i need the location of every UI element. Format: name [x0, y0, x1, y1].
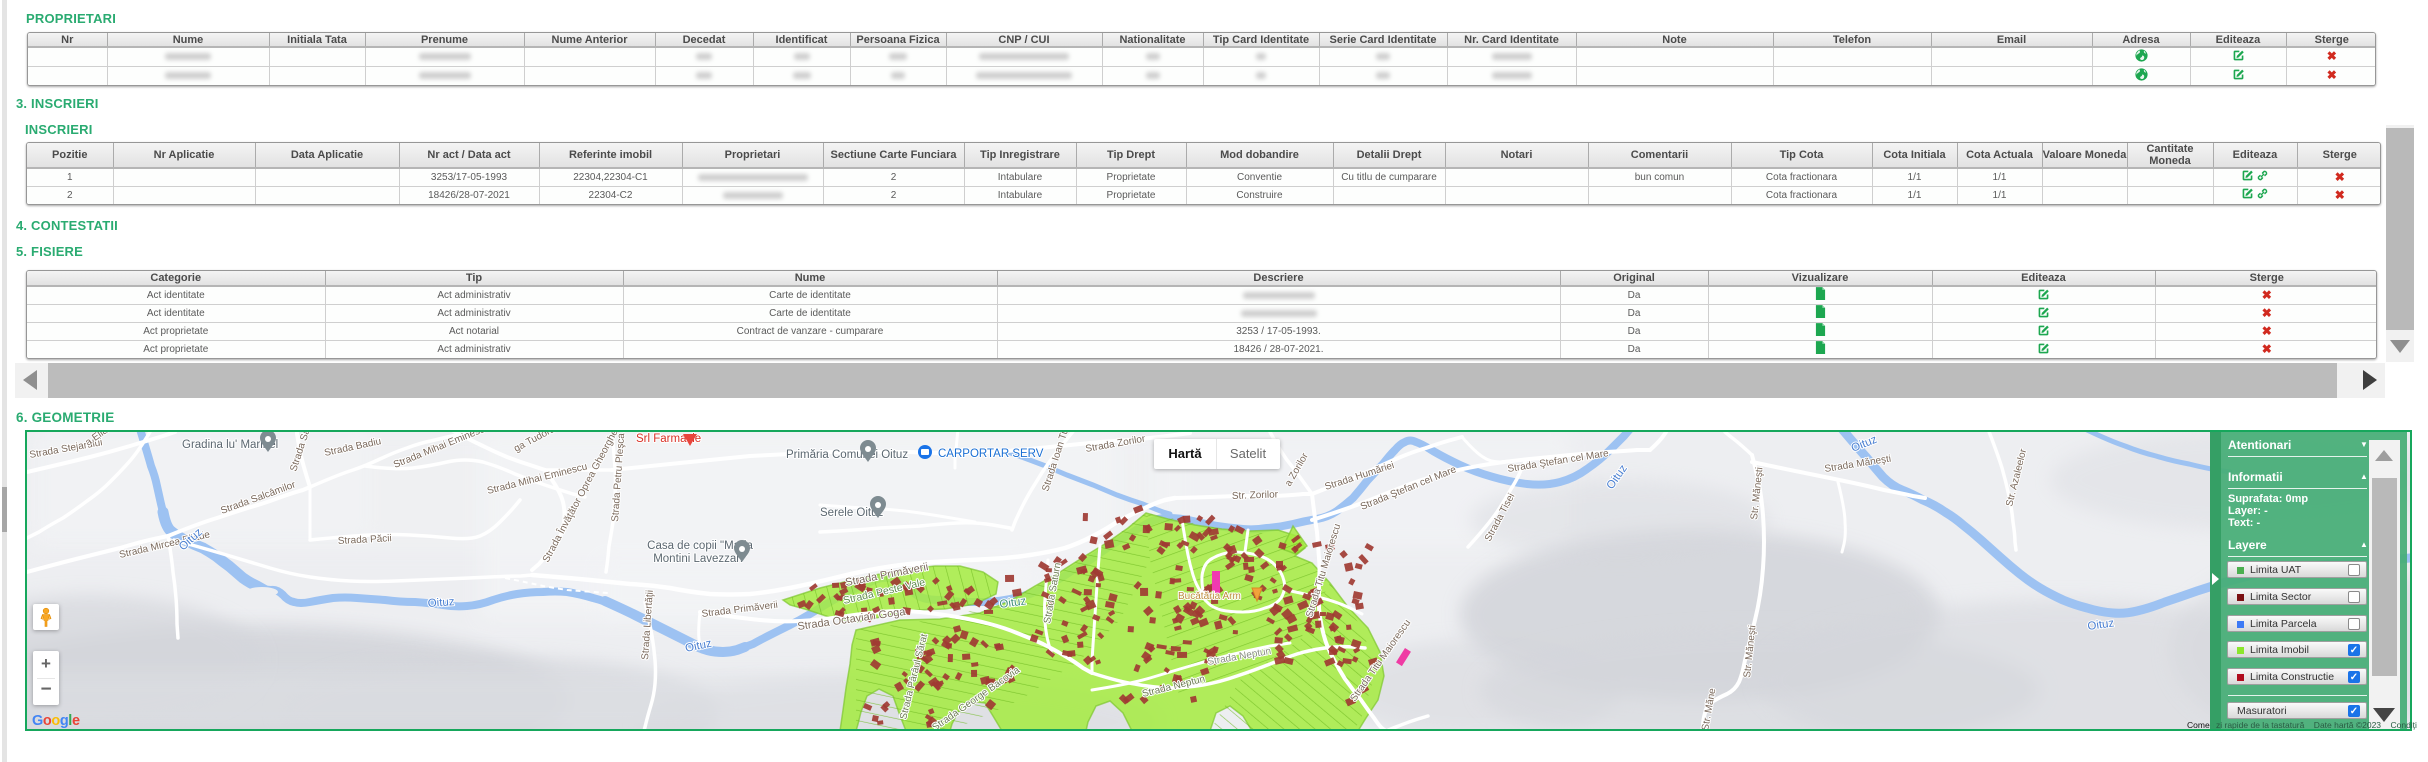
- svg-text:Str. Zorilor: Str. Zorilor: [1232, 489, 1279, 502]
- svg-text:Primăria Comunei Oituz: Primăria Comunei Oituz: [786, 449, 908, 461]
- svg-text:Bucătăria Arm: Bucătăria Arm: [1178, 591, 1241, 602]
- svg-text:CARPORTAR SERV: CARPORTAR SERV: [938, 448, 1044, 460]
- svg-text:Oituz: Oituz: [427, 596, 455, 610]
- svg-text:Montini Lavezzari": Montini Lavezzari": [653, 553, 747, 565]
